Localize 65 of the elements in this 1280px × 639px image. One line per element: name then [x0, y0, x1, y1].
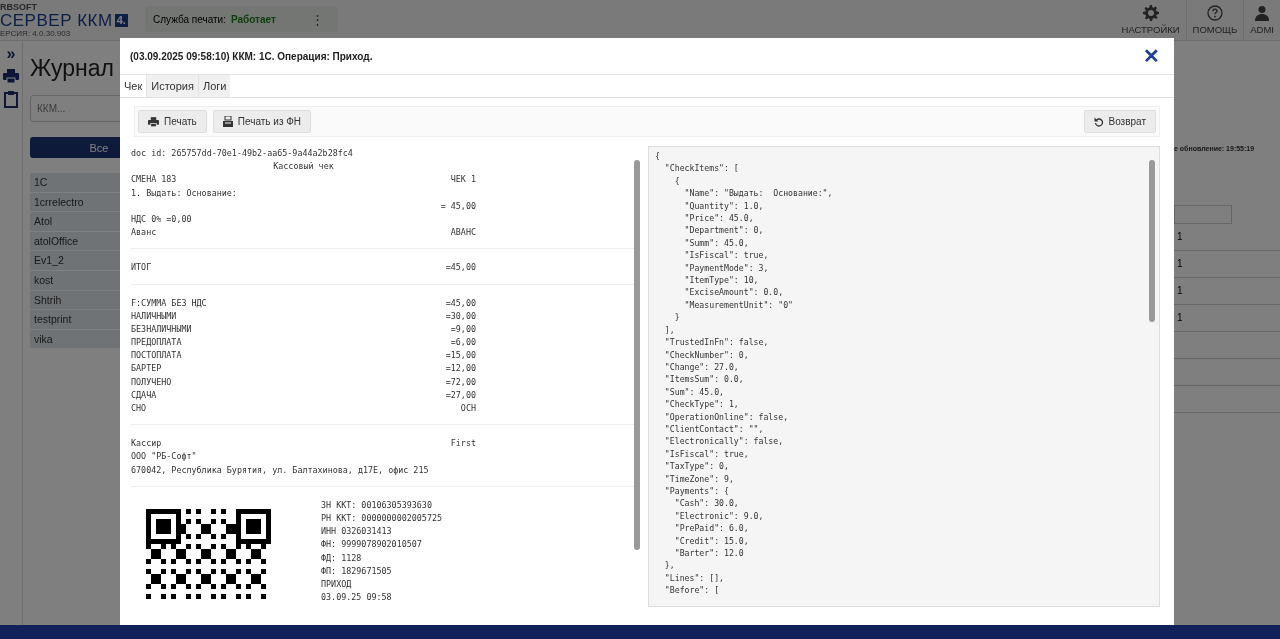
service-label: Служба печати: — [153, 13, 226, 25]
print-button[interactable]: Печать из ФН — [212, 110, 312, 133]
receipt-value: =6,00 — [450, 336, 476, 350]
receipt-line: ИНН 0326031413 — [321, 525, 392, 539]
printer-icon[interactable] — [3, 69, 19, 83]
tab[interactable]: Логи — [197, 75, 231, 97]
receipt-line: 03.09.25 09:58 — [321, 591, 392, 605]
receipt-value: =72,00 — [445, 375, 476, 389]
receipt-value: =9,00 — [450, 322, 476, 336]
nav-item[interactable]: НАСТРОЙКИ — [1115, 0, 1186, 40]
receipt-line: 670042, Республика Бурятия, ул. Балтахинова, д17Е, офис 215 — [131, 463, 429, 477]
receipt-label: БАРТЕР — [131, 362, 162, 376]
table-cell: 1 — [1177, 312, 1183, 323]
brand-logo: СЕРВЕР ККМ — [0, 11, 113, 29]
expand-button[interactable]: » — [6, 47, 16, 61]
service-status: Работает — [230, 13, 276, 25]
receipt-value: =12,00 — [445, 362, 476, 376]
receipt-value: =45,00 — [445, 261, 476, 275]
nav-item[interactable]: ADMI — [1243, 0, 1280, 40]
receipt-line: ФН: 9999078902010507 — [321, 538, 422, 552]
receipt-value: =27,00 — [445, 388, 476, 402]
receipt-value: =30,00 — [445, 309, 476, 323]
table-cell: 1 — [1177, 258, 1183, 269]
filter-field[interactable] — [1174, 205, 1232, 224]
receipt-label: ПОСТОПЛАТА — [131, 349, 182, 363]
print-button[interactable]: Печать — [138, 110, 207, 133]
receipt-value: = 45,00 — [440, 199, 476, 213]
receipt-line: ЗН ККТ: 00106305393630 — [321, 498, 432, 512]
help-icon — [1206, 5, 1223, 21]
receipt-value: =45,00 — [445, 296, 476, 310]
table-cell: 1 — [1177, 285, 1183, 296]
receipt-line: РН ККТ: 0000000002005725 — [321, 511, 442, 525]
cash-register-icon — [222, 116, 233, 127]
receipt-label: СДАЧА — [131, 388, 157, 402]
undo-icon — [1093, 116, 1104, 127]
receipt-heading: Кассовый чек — [273, 160, 334, 174]
receipt-value: ОСН — [460, 402, 476, 415]
table-cell: 1 — [1177, 231, 1183, 242]
more-menu-button[interactable]: ⋮ — [311, 11, 324, 27]
receipt-line: ФД: 1128 — [321, 551, 362, 565]
version-text: ЕРСИЯ: 4.0.30.903 — [0, 28, 72, 38]
user-icon — [1255, 5, 1270, 21]
receipt-label: ПОЛУЧЕНО — [131, 375, 172, 389]
receipt-value: АВАНС — [450, 226, 476, 240]
receipt-value: First — [450, 437, 476, 451]
receipt-label: Кассир — [131, 437, 162, 451]
printer-icon — [148, 116, 159, 127]
json-text: { "CheckItems": [ { "Name": "Выдать: Основание:", "Quantity": 1.0, "Price": 45.0, "Department": 0, "Summ": 45.0, "IsFiscal": true, "PaymentMode": 3, "ItemType": 10, "ExciseAmount": 0.0, "MeasurementUnit": "0" } ], "TrustedInFn": false, "CheckNumber": 0, "Change": 27.0, "ItemsSum": 0.0, "Sum": 45.0, "CheckType": 1, "OperationOnline": false, "ClientContact": "", "Electronically": false, "IsFiscal": true, "TaxType": 0, "TimeZone": 9, "Payments": { "Cash": 30.0, "Electronic": 9.0, "PrePaid": 6.0, "Credit": 15.0, "Barter": 12.0 }, "Lines": [], "Before": [ — [654, 150, 834, 597]
gear-icon — [1142, 5, 1159, 21]
receipt-label: СНО — [131, 402, 147, 415]
receipt-line: ПРИХОД — [321, 577, 352, 591]
close-button[interactable]: ✕ — [1139, 46, 1164, 66]
dialog-title: (03.09.2025 09:58:10) ККМ: 1С. Операция: Приход. — [130, 50, 373, 62]
tab[interactable]: История — [146, 75, 198, 97]
page-title: Журнал — [30, 55, 114, 83]
receipt-line: ФП: 1829671505 — [321, 564, 392, 578]
nav-item[interactable]: ПОМОЩЬ — [1185, 0, 1244, 40]
receipt-value: =15,00 — [445, 349, 476, 363]
version-badge: 4. — [114, 13, 128, 27]
return-button[interactable]: Возврат — [1083, 110, 1156, 133]
brand-caption: RBSOFT — [0, 2, 38, 12]
receipt-line: ООО "РБ-Софт" — [131, 450, 197, 464]
clipboard-icon[interactable] — [4, 91, 18, 108]
receipt-value: ЧЕК 1 — [450, 173, 476, 187]
scrollbar-thumb[interactable] — [1149, 160, 1155, 322]
